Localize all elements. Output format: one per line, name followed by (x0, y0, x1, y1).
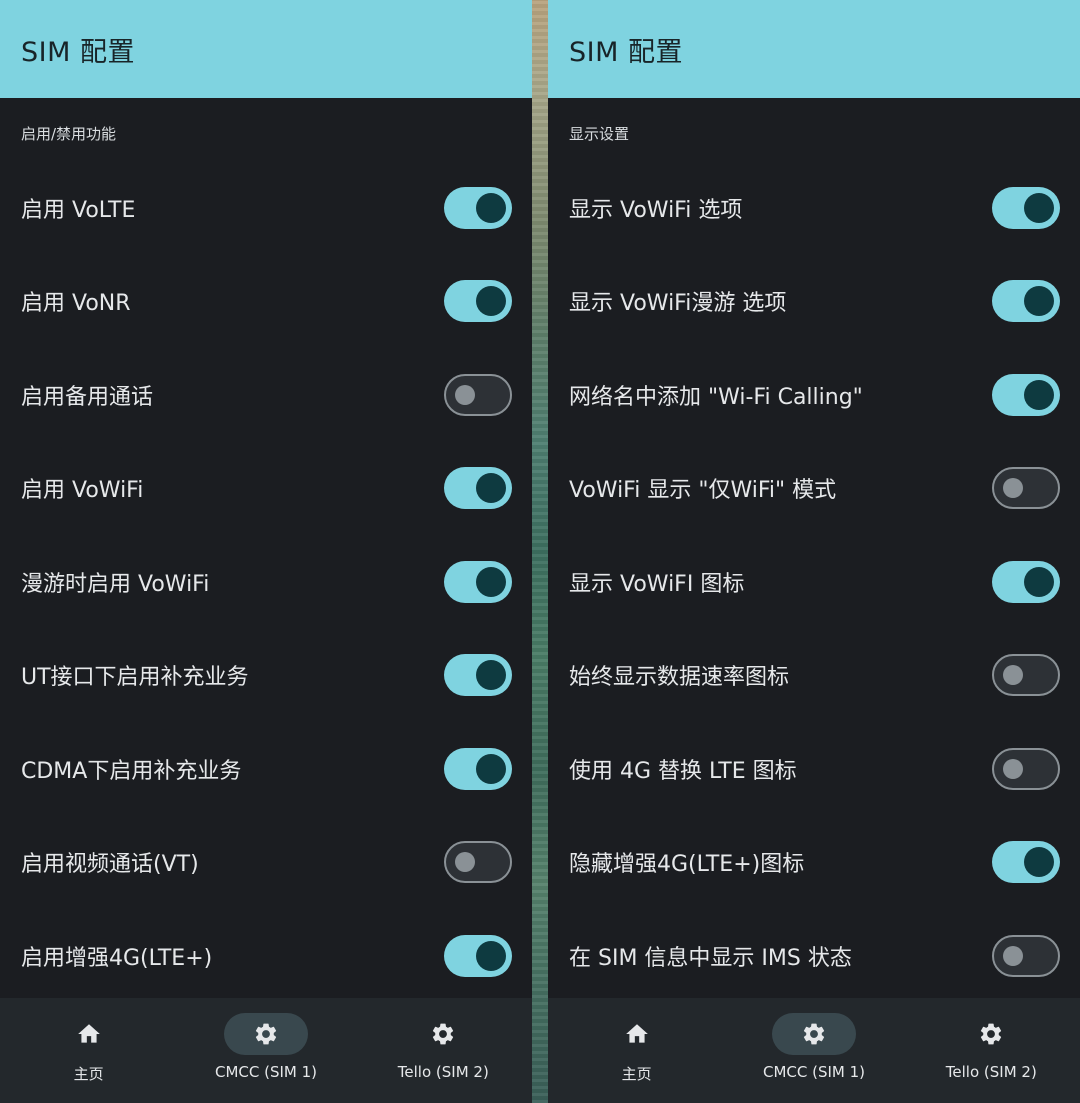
bottom-nav: 主页 CMCC (SIM 1) Tello (SIM 2) (0, 998, 532, 1103)
nav-label: CMCC (SIM 1) (214, 1063, 318, 1081)
setting-row-cdma-supplementary[interactable]: CDMA下启用补充业务 (0, 722, 532, 815)
setting-row-volte[interactable]: 启用 VoLTE (0, 161, 532, 254)
nav-pill (223, 1013, 308, 1055)
app-bar: SIM 配置 (548, 0, 1080, 98)
setting-row-hide-lte-plus-icon[interactable]: 隐藏增强4G(LTE+)图标 (548, 815, 1080, 908)
gear-icon (255, 1023, 277, 1045)
gear-icon (803, 1023, 825, 1045)
toggle-switch[interactable] (444, 186, 512, 229)
nav-label: 主页 (621, 1065, 652, 1083)
switch-thumb (476, 753, 506, 784)
nav-pill (949, 1013, 1033, 1055)
section-header: 显示设置 (569, 124, 630, 143)
toggle-switch[interactable] (992, 186, 1060, 229)
section-header: 启用/禁用功能 (21, 124, 117, 143)
nav-pill (401, 1013, 485, 1055)
switch-thumb (1024, 285, 1054, 316)
toggle-switch[interactable] (444, 747, 512, 790)
setting-row-wifi-calling-name[interactable]: 网络名中添加 "Wi-Fi Calling" (548, 348, 1080, 441)
setting-row-backup-calling[interactable]: 启用备用通话 (0, 348, 532, 441)
page-title: SIM 配置 (21, 36, 135, 68)
nav-item-sim1[interactable]: CMCC (SIM 1) (725, 998, 902, 1103)
switch-thumb (476, 566, 506, 597)
switch-thumb (455, 851, 475, 872)
nav-item-sim1[interactable]: CMCC (SIM 1) (177, 998, 354, 1103)
setting-row-4g-icon[interactable]: 使用 4G 替换 LTE 图标 (548, 722, 1080, 815)
switch-thumb (476, 659, 506, 690)
nav-label: CMCC (SIM 1) (762, 1063, 866, 1081)
wallpaper-strip (532, 0, 548, 1103)
toggle-switch[interactable] (444, 653, 512, 696)
switch-thumb (1024, 192, 1054, 223)
toggle-switch[interactable] (444, 373, 512, 416)
home-icon (625, 1024, 648, 1043)
nav-label: Tello (SIM 2) (945, 1063, 1037, 1081)
toggle-switch[interactable] (444, 840, 512, 883)
bottom-nav: 主页 CMCC (SIM 1) Tello (SIM 2) (548, 998, 1080, 1103)
setting-row-ut-supplementary[interactable]: UT接口下启用补充业务 (0, 628, 532, 721)
setting-row-show-vowifi-option[interactable]: 显示 VoWiFi 选项 (548, 161, 1080, 254)
switch-thumb (476, 285, 506, 316)
app-bar: SIM 配置 (0, 0, 532, 98)
nav-pill (595, 1013, 679, 1055)
switch-thumb (1003, 945, 1023, 966)
setting-row-data-rate-icon[interactable]: 始终显示数据速率图标 (548, 628, 1080, 721)
switch-thumb (1003, 477, 1023, 498)
toggle-switch[interactable] (992, 373, 1060, 416)
setting-row-video-calling[interactable]: 启用视频通话(VT) (0, 815, 532, 908)
nav-label: 主页 (73, 1065, 104, 1083)
switch-thumb (1003, 758, 1023, 779)
setting-row-vowifi[interactable]: 启用 VoWiFi (0, 441, 532, 534)
page-title: SIM 配置 (569, 36, 683, 68)
setting-row-show-vowifi-roaming[interactable]: 显示 VoWiFi漫游 选项 (548, 254, 1080, 347)
toggle-switch[interactable] (992, 653, 1060, 696)
setting-row-ims-status[interactable]: 在 SIM 信息中显示 IMS 状态 (548, 909, 1080, 1002)
switch-thumb (455, 384, 475, 405)
left-panel: SIM 配置 启用/禁用功能 启用 VoLTE 启用 VoNR 启用备用通话 启… (0, 0, 532, 1103)
toggle-switch[interactable] (992, 934, 1060, 977)
toggle-switch[interactable] (444, 279, 512, 322)
switch-thumb (1024, 379, 1054, 410)
gear-icon (981, 1023, 1002, 1045)
toggle-switch[interactable] (992, 466, 1060, 509)
setting-row-lte-plus[interactable]: 启用增强4G(LTE+) (0, 909, 532, 1002)
toggle-switch[interactable] (992, 279, 1060, 322)
nav-pill (771, 1013, 856, 1055)
setting-row-show-vowifi-icon[interactable]: 显示 VoWiFI 图标 (548, 535, 1080, 628)
toggle-switch[interactable] (992, 560, 1060, 603)
switch-thumb (1024, 566, 1054, 597)
toggle-switch[interactable] (444, 934, 512, 977)
nav-label: Tello (SIM 2) (397, 1063, 489, 1081)
toggle-switch[interactable] (444, 466, 512, 509)
nav-item-sim2[interactable]: Tello (SIM 2) (903, 998, 1080, 1103)
toggle-switch[interactable] (444, 560, 512, 603)
nav-item-home[interactable]: 主页 (0, 998, 177, 1103)
toggle-switch[interactable] (992, 747, 1060, 790)
right-panel: SIM 配置 显示设置 显示 VoWiFi 选项 显示 VoWiFi漫游 选项 … (548, 0, 1080, 1103)
home-icon (77, 1024, 100, 1043)
nav-item-home[interactable]: 主页 (548, 998, 725, 1103)
setting-row-vowifi-roaming[interactable]: 漫游时启用 VoWiFi (0, 535, 532, 628)
setting-row-vonr[interactable]: 启用 VoNR (0, 254, 532, 347)
nav-pill (47, 1013, 131, 1055)
switch-thumb (476, 472, 506, 503)
switch-thumb (476, 940, 506, 971)
setting-row-wifi-only-mode[interactable]: VoWiFi 显示 "仅WiFi" 模式 (548, 441, 1080, 534)
switch-thumb (1003, 664, 1023, 685)
switch-thumb (476, 192, 506, 223)
gear-icon (433, 1023, 454, 1045)
toggle-switch[interactable] (992, 840, 1060, 883)
switch-thumb (1024, 846, 1054, 877)
nav-item-sim2[interactable]: Tello (SIM 2) (355, 998, 532, 1103)
